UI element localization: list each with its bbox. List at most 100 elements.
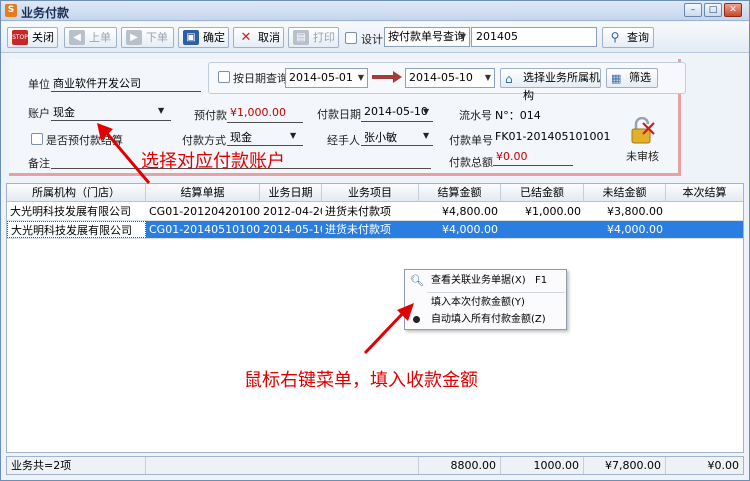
chevron-down-icon[interactable]: ▼ [158,106,164,115]
query-button[interactable]: ⚲ 查询 [602,27,654,48]
query-button-label: 查询 [627,31,649,44]
total-value: ¥0.00 [496,150,528,163]
design-label: 设计 [361,33,383,46]
table-cell: 2014-05-10 [263,223,322,236]
table-cell[interactable] [666,203,743,220]
pay-no-value: FK01-201405101001 [495,130,611,143]
pay-date-label: 付款日期 [317,108,361,121]
cancel-button-label: 取消 [258,31,280,44]
close-button[interactable]: STOP 关闭 [7,27,58,48]
account-value[interactable]: 现金 [53,104,75,120]
print-button[interactable]: ▤ 打印 [288,27,339,48]
payment-window: S 业务付款 – □ ✕ STOP 关闭 ◀ 上单 ▶ 下单 ▣ 确定 ✕ 取消… [0,0,750,481]
window-close-button[interactable]: ✕ [724,3,742,17]
handler-label: 经手人 [327,134,360,147]
menu-item-label: 填入本次付款金额(Y) [431,297,525,308]
table-row[interactable]: 大光明科技发展有限公司 CG01-201204201001 2012-04-20… [7,203,743,221]
toolbar: STOP 关闭 ◀ 上单 ▶ 下单 ▣ 确定 ✕ 取消 ▤ 打印 设计 按付款单… [1,22,749,53]
select-org-label: 选择业务所属机构 [523,71,600,102]
pay-method-value[interactable]: 现金 [230,129,252,145]
table-row-selected[interactable]: 大光明科技发展有限公司 CG01-201405101001 2014-05-10… [7,221,743,239]
design-checkbox[interactable] [345,32,357,44]
column-header[interactable]: 业务项目 [322,184,419,202]
table-cell [501,221,584,238]
query-mode-select[interactable]: 按付款单号查询 ▼ [384,27,470,47]
footer-total-amount: 8800.00 [419,457,501,474]
chevron-down-icon[interactable]: ▼ [423,131,429,140]
menu-item-auto-fill-all[interactable]: 自动填入所有付款金额(Z) [405,311,566,329]
column-header[interactable]: 未结金额 [584,184,666,202]
table-cell: 大光明科技发展有限公司 [7,221,146,238]
window-title: 业务付款 [21,6,70,20]
menu-separator [427,292,565,293]
table-cell: 2012-04-20 [263,205,322,218]
minimize-button[interactable]: – [684,3,702,17]
pay-date-value[interactable]: 2014-05-10 [364,105,428,118]
column-header[interactable]: 业务日期 [260,184,322,202]
chevron-down-icon[interactable]: ▼ [290,131,296,140]
chevron-down-icon: ▼ [459,32,466,41]
column-header[interactable]: 已结金额 [501,184,584,202]
cancel-button[interactable]: ✕ 取消 [233,27,284,48]
prev-button-label: 上单 [89,31,111,44]
app-icon: S [5,4,17,17]
confirm-button[interactable]: ▣ 确定 [178,27,229,48]
title-bar: S 业务付款 – □ ✕ [1,1,749,21]
query-input[interactable]: 201405 [471,27,597,47]
search-icon: ⚲ [610,30,620,44]
annotation-arrow-menu [363,303,414,355]
date-from-value: 2014-05-01 [289,71,353,84]
pay-method-label: 付款方式 [182,134,226,147]
print-button-label: 打印 [313,31,335,44]
next-button[interactable]: ▶ 下单 [121,27,174,48]
menu-item-fill-current[interactable]: 填入本次付款金额(Y) [405,294,566,312]
table-cell[interactable] [666,221,743,238]
menu-item-label: 自动填入所有付款金额(Z) [431,314,546,325]
serial-label: 流水号 [459,109,492,122]
column-header[interactable]: 本次结算 [666,184,743,202]
record-count: 业务共=2项 [7,457,146,474]
column-header[interactable]: 结算金额 [419,184,501,202]
date-query-label: 按日期查询 [233,72,288,85]
audit-status: 未审核 [626,150,659,163]
table-cell: ¥4,000.00 [607,223,663,236]
prev-button[interactable]: ◀ 上单 [64,27,117,48]
prepay-settle-checkbox[interactable] [31,133,43,145]
table-cell: ¥4,800.00 [442,205,498,218]
account-label: 账户 [28,107,50,120]
footer-unsettled: ¥7,800.00 [584,457,666,474]
serial-value: N°：014 [495,109,541,122]
table-cell: CG01-201204201001 [149,205,260,218]
house-icon: ⌂ [505,72,513,86]
menu-item-view-related[interactable]: 🔍︎ 查看关联业务单据(X) F1 [405,272,566,290]
date-to-picker[interactable]: 2014-05-10 ▼ [405,68,495,88]
maximize-button[interactable]: □ [704,3,722,17]
printer-icon: ▤ [293,30,309,45]
column-header[interactable]: 结算单据 [146,184,260,202]
total-underline [493,165,573,166]
left-arrow-icon: ◀ [69,30,85,45]
filter-label: 筛选 [629,71,651,84]
stop-icon: STOP [12,30,28,45]
cancel-x-icon: ✕ [240,30,252,45]
chevron-down-icon: ▼ [357,73,364,82]
remark-label: 备注 [28,157,50,170]
menu-item-label: 查看关联业务单据(X) [431,275,526,286]
confirm-button-label: 确定 [203,31,225,44]
annotation-menu-hint: 鼠标右键菜单，填入收款金额 [244,370,478,391]
select-org-button[interactable]: ⌂ 选择业务所属机构 [500,68,601,102]
totals-footer: 业务共=2项 8800.00 1000.00 ¥7,800.00 ¥0.00 [6,456,744,475]
unlocked-padlock-icon [631,117,655,144]
date-query-checkbox[interactable] [218,71,230,83]
table-cell: ¥1,000.00 [525,205,581,218]
handler-value[interactable]: 张小敏 [364,129,397,145]
unit-label: 单位 [28,78,50,91]
chevron-down-icon[interactable]: ▼ [423,107,429,116]
filter-icon: ▦ [611,72,622,85]
table-cell: ¥4,000.00 [442,223,498,236]
date-from-picker[interactable]: 2014-05-01 ▼ [285,68,368,88]
pay-no-label: 付款单号 [449,134,493,147]
prepay-value: ¥1,000.00 [230,106,286,119]
shortcut-key: F1 [535,275,548,286]
filter-button[interactable]: ▦ 筛选 [606,68,658,88]
